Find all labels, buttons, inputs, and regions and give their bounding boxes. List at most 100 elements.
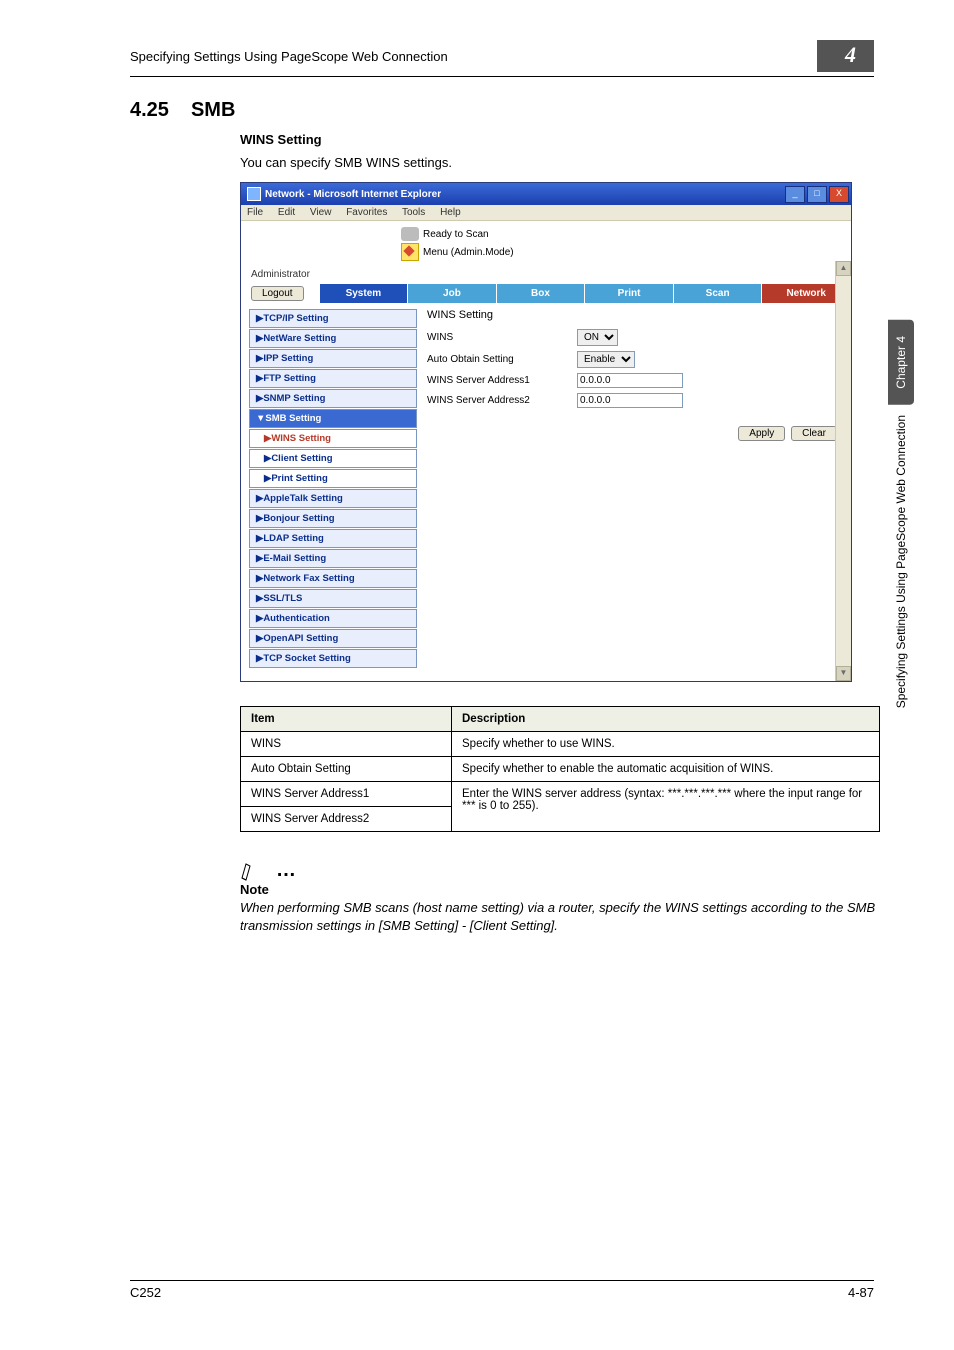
sidebar-item-label: NetWare Setting [263, 333, 336, 344]
logout-button[interactable]: Logout [251, 286, 304, 301]
footer-right: 4-87 [848, 1285, 874, 1300]
sidebar-auth[interactable]: ▶Authentication [249, 609, 417, 628]
apply-button[interactable]: Apply [738, 426, 785, 441]
sidebar-ipp[interactable]: ▶IPP Setting [249, 349, 417, 368]
scrollbar[interactable]: ▲ ▼ [835, 261, 851, 681]
menu-tools[interactable]: Tools [402, 207, 425, 218]
tab-job[interactable]: Job [408, 284, 497, 303]
status-mode: Menu (Admin.Mode) [423, 247, 514, 258]
tab-print[interactable]: Print [585, 284, 674, 303]
minimize-button[interactable]: _ [785, 186, 805, 203]
cell-item: WINS Server Address1 [241, 782, 452, 807]
cell-item: WINS [241, 732, 452, 757]
scroll-up-icon[interactable]: ▲ [836, 261, 851, 276]
menu-edit[interactable]: Edit [278, 207, 295, 218]
select-wins[interactable]: ON [577, 329, 618, 346]
printer-status-icon [401, 227, 419, 241]
row-wins-addr1: WINS Server Address1 [427, 373, 843, 388]
tab-box[interactable]: Box [497, 284, 586, 303]
label-wins-addr2: WINS Server Address2 [427, 395, 577, 406]
sidebar-smb-client[interactable]: ▶Client Setting [249, 449, 417, 468]
sidebar-item-label: SNMP Setting [263, 393, 325, 404]
note-icon-row: … [240, 858, 874, 882]
main-tabs: System Job Box Print Scan Network [320, 284, 851, 303]
sidebar-item-label: TCP/IP Setting [263, 313, 328, 324]
sidebar-item-label: IPP Setting [263, 353, 313, 364]
page-body: ▲ ▼ Ready to Scan Menu (Admin.Mode) Admi… [241, 221, 851, 681]
cell-item: WINS Server Address2 [241, 807, 452, 832]
main-panel: WINS Setting WINS ON Auto Obtain Setting… [427, 309, 843, 441]
menu-favorites[interactable]: Favorites [346, 207, 387, 218]
admin-label: Administrator [241, 265, 851, 284]
intro-text: You can specify SMB WINS settings. [240, 155, 874, 170]
screenshot-window: Network - Microsoft Internet Explorer _ … [240, 182, 852, 682]
window-titlebar: Network - Microsoft Internet Explorer _ … [241, 183, 851, 205]
cell-item: Auto Obtain Setting [241, 757, 452, 782]
sidebar-netfax[interactable]: ▶Network Fax Setting [249, 569, 417, 588]
page-side-tab: Chapter 4 Specifying Settings Using Page… [888, 320, 914, 708]
close-button[interactable]: X [829, 186, 849, 203]
row-wins-addr2: WINS Server Address2 [427, 393, 843, 408]
sidebar-tcpip[interactable]: ▶TCP/IP Setting [249, 309, 417, 328]
page-footer: C252 4-87 [130, 1280, 874, 1300]
button-row: Apply Clear [427, 426, 843, 441]
input-wins-addr2[interactable] [577, 393, 683, 408]
table-header-row: Item Description [241, 707, 880, 732]
sidebar-item-label: Print Setting [271, 473, 327, 484]
sidebar-smb[interactable]: ▼SMB Setting [249, 409, 417, 428]
table-row: WINS Server Address1 Enter the WINS serv… [241, 782, 880, 807]
section-heading: 4.25 SMB [130, 99, 874, 122]
section-name: SMB [191, 99, 235, 122]
sidebar-item-label: OpenAPI Setting [263, 633, 338, 644]
sidebar-smb-wins[interactable]: ▶WINS Setting [249, 429, 417, 448]
th-description: Description [452, 707, 880, 732]
section-number: 4.25 [130, 99, 169, 122]
note-body: When performing SMB scans (host name set… [240, 899, 880, 934]
tab-scan[interactable]: Scan [674, 284, 763, 303]
sidebar-item-label: TCP Socket Setting [263, 653, 350, 664]
note-label: Note [240, 882, 874, 897]
status-strip: Ready to Scan Menu (Admin.Mode) [241, 221, 851, 265]
table-row: WINS Specify whether to use WINS. [241, 732, 880, 757]
sidebar-item-label: Bonjour Setting [263, 513, 334, 524]
label-wins-addr1: WINS Server Address1 [427, 375, 577, 386]
row-auto-obtain: Auto Obtain Setting Enable [427, 351, 843, 368]
maximize-button[interactable]: □ [807, 186, 827, 203]
scroll-down-icon[interactable]: ▼ [836, 666, 851, 681]
menu-file[interactable]: File [247, 207, 263, 218]
footer-left: C252 [130, 1285, 161, 1300]
select-auto-obtain[interactable]: Enable [577, 351, 635, 368]
sidebar-tcpsocket[interactable]: ▶TCP Socket Setting [249, 649, 417, 668]
sidebar-netware[interactable]: ▶NetWare Setting [249, 329, 417, 348]
sidebar-item-label: SMB Setting [265, 413, 321, 424]
window-buttons: _ □ X [785, 186, 849, 203]
tab-row: Logout System Job Box Print Scan Network [241, 284, 851, 303]
input-wins-addr1[interactable] [577, 373, 683, 388]
sidebar-smb-print[interactable]: ▶Print Setting [249, 469, 417, 488]
sidebar: ▶TCP/IP Setting ▶NetWare Setting ▶IPP Se… [249, 309, 417, 669]
side-tab-text: Specifying Settings Using PageScope Web … [894, 415, 908, 708]
sidebar-item-label: Client Setting [271, 453, 332, 464]
menu-help[interactable]: Help [440, 207, 461, 218]
content-columns: ▶TCP/IP Setting ▶NetWare Setting ▶IPP Se… [241, 303, 851, 681]
clear-button[interactable]: Clear [791, 426, 837, 441]
sidebar-snmp[interactable]: ▶SNMP Setting [249, 389, 417, 408]
sidebar-ldap[interactable]: ▶LDAP Setting [249, 529, 417, 548]
menu-view[interactable]: View [310, 207, 332, 218]
sidebar-item-label: SSL/TLS [263, 593, 302, 604]
tab-system[interactable]: System [320, 284, 409, 303]
sidebar-openapi[interactable]: ▶OpenAPI Setting [249, 629, 417, 648]
cell-desc: Specify whether to enable the automatic … [452, 757, 880, 782]
ellipsis-icon: … [276, 859, 298, 882]
ie-icon [247, 187, 261, 201]
description-table: Item Description WINS Specify whether to… [240, 706, 880, 832]
sidebar-item-label: LDAP Setting [263, 533, 324, 544]
sidebar-appletalk[interactable]: ▶AppleTalk Setting [249, 489, 417, 508]
sidebar-bonjour[interactable]: ▶Bonjour Setting [249, 509, 417, 528]
sidebar-email[interactable]: ▶E-Mail Setting [249, 549, 417, 568]
sidebar-ssltls[interactable]: ▶SSL/TLS [249, 589, 417, 608]
window-menubar: File Edit View Favorites Tools Help [241, 205, 851, 221]
note-pencil-icon [240, 858, 270, 882]
sidebar-ftp[interactable]: ▶FTP Setting [249, 369, 417, 388]
label-wins: WINS [427, 332, 577, 343]
